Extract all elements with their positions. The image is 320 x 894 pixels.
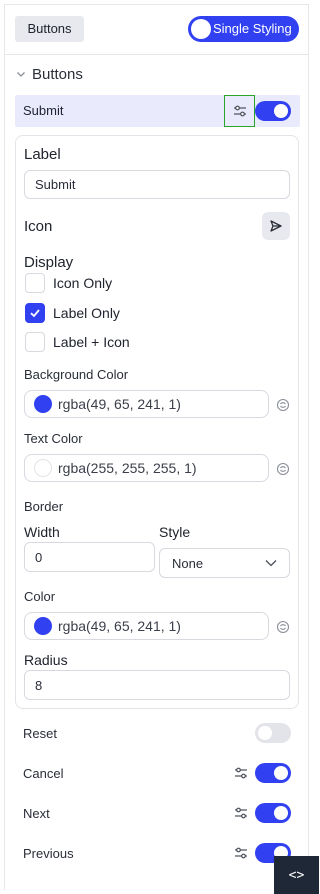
border-color-swatch[interactable] <box>34 617 52 635</box>
icon-heading: Icon <box>24 218 53 235</box>
display-option-label: Label + Icon <box>53 334 130 350</box>
list-item-label: Next <box>23 806 50 821</box>
border-style-heading: Style <box>159 524 191 540</box>
list-item-next[interactable]: Next <box>15 802 300 824</box>
label-input-value: Submit <box>35 177 76 192</box>
list-item-reset[interactable]: Reset <box>15 722 300 744</box>
sliders-icon[interactable] <box>234 766 248 780</box>
chevron-down-icon <box>16 69 28 82</box>
sliders-icon <box>233 105 246 117</box>
border-color-heading: Color <box>24 589 56 604</box>
display-option-label: Label Only <box>53 305 120 321</box>
icon-picker-button[interactable] <box>262 212 290 240</box>
list-item-label: Submit <box>23 103 64 118</box>
label-heading: Label <box>24 146 61 163</box>
radius-heading: Radius <box>24 652 68 668</box>
border-style-select[interactable]: None <box>159 548 290 578</box>
toggle-knob <box>274 806 288 820</box>
list-item-label: Previous <box>23 846 74 861</box>
buttons-tab-button[interactable]: Buttons <box>15 16 84 42</box>
code-icon: <> <box>288 867 305 883</box>
display-option-icon-only[interactable]: Icon Only <box>25 273 112 293</box>
list-item-submit[interactable]: Submit <box>15 95 300 127</box>
display-option-label-only[interactable]: Label Only <box>25 303 120 323</box>
chevron-down-icon <box>265 560 277 567</box>
toggle-knob <box>191 19 211 39</box>
display-option-label: Icon Only <box>53 275 113 291</box>
text-color-field[interactable]: rgba(255, 255, 255, 1) <box>24 454 269 482</box>
border-color-field[interactable]: rgba(49, 65, 241, 1) <box>24 612 269 640</box>
sliders-icon[interactable] <box>234 806 248 820</box>
border-color-value: rgba(49, 65, 241, 1) <box>58 618 181 634</box>
background-color-field[interactable]: rgba(49, 65, 241, 1) <box>24 390 269 418</box>
label-input[interactable]: Submit <box>24 170 290 199</box>
reset-color-icon[interactable] <box>276 398 290 412</box>
section-header[interactable]: Buttons <box>16 66 83 83</box>
send-icon <box>270 220 282 232</box>
cancel-enabled-toggle[interactable] <box>255 763 291 783</box>
list-item-label: Reset <box>23 726 57 741</box>
border-style-value: None <box>172 555 204 571</box>
single-styling-toggle[interactable]: Single Styling <box>188 16 299 42</box>
border-width-input[interactable]: 0 <box>24 542 155 572</box>
background-color-heading: Background Color <box>24 367 129 382</box>
header-divider <box>5 54 308 55</box>
sliders-icon[interactable] <box>234 846 248 860</box>
text-color-value: rgba(255, 255, 255, 1) <box>58 460 197 476</box>
single-styling-label: Single Styling <box>213 21 292 36</box>
list-item-label: Cancel <box>23 766 64 781</box>
list-item-previous[interactable]: Previous <box>15 842 300 864</box>
display-heading: Display <box>24 254 74 271</box>
toggle-knob <box>258 726 272 740</box>
code-view-button[interactable]: <> <box>274 856 319 894</box>
checkbox[interactable] <box>25 332 45 352</box>
section-title: Buttons <box>32 66 83 83</box>
text-color-heading: Text Color <box>24 431 83 446</box>
checkbox[interactable] <box>25 273 45 293</box>
settings-button[interactable] <box>224 95 255 127</box>
display-option-label-icon[interactable]: Label + Icon <box>25 332 130 352</box>
reset-color-icon[interactable] <box>276 462 290 476</box>
background-color-value: rgba(49, 65, 241, 1) <box>58 396 181 412</box>
checkbox-checked[interactable] <box>25 303 45 323</box>
check-icon <box>30 309 40 318</box>
border-width-value: 0 <box>35 549 43 565</box>
toggle-knob <box>274 104 288 118</box>
list-item-cancel[interactable]: Cancel <box>15 762 300 784</box>
border-heading: Border <box>24 499 64 514</box>
radius-input[interactable]: 8 <box>24 670 290 700</box>
reset-color-icon[interactable] <box>276 620 290 634</box>
background-color-swatch[interactable] <box>34 395 52 413</box>
border-width-heading: Width <box>24 524 60 540</box>
reset-enabled-toggle[interactable] <box>255 723 291 743</box>
button-settings-panel: Label Submit Icon Display Icon Only Labe… <box>15 135 299 709</box>
submit-enabled-toggle[interactable] <box>255 101 291 121</box>
next-enabled-toggle[interactable] <box>255 803 291 823</box>
text-color-swatch[interactable] <box>34 459 52 477</box>
toggle-knob <box>274 766 288 780</box>
radius-value: 8 <box>35 677 43 693</box>
